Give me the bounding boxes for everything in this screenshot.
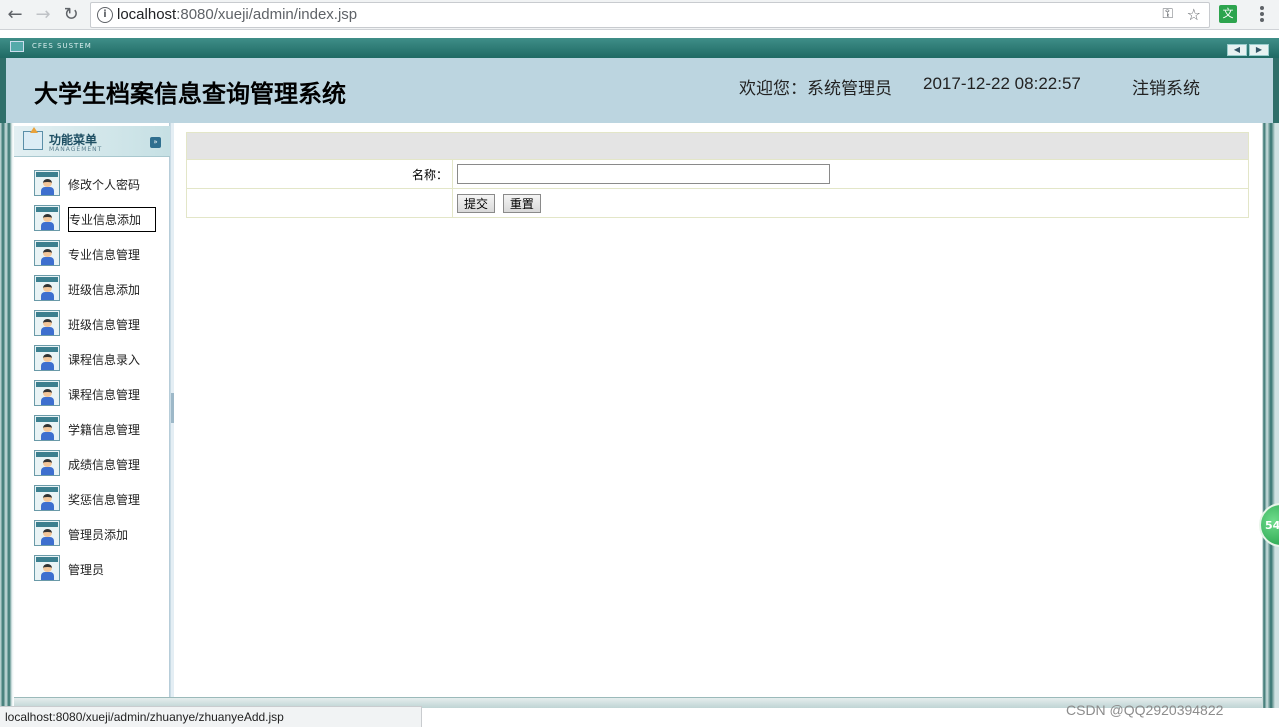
name-input-cell: [452, 159, 1249, 189]
user-card-icon: [34, 380, 60, 406]
reset-button[interactable]: 重置: [502, 193, 541, 213]
sidebar-menu-item[interactable]: 管理员: [14, 553, 170, 588]
sidebar-item-label[interactable]: 修改个人密码: [68, 176, 140, 193]
name-label: 名称：: [186, 159, 453, 189]
forward-arrow-icon[interactable]: →: [32, 4, 54, 26]
url-path: :8080/xueji/admin/index.jsp: [176, 6, 358, 23]
sidebar-menu-item[interactable]: 成绩信息管理: [14, 448, 170, 483]
actions-cell: 提交 重置: [452, 188, 1249, 218]
system-title: 大学生档案信息查询管理系统: [34, 80, 346, 108]
address-bar[interactable]: i localhost:8080/xueji/admin/index.jsp ⚿…: [90, 2, 1210, 28]
sidebar-menu-item[interactable]: 管理员添加: [14, 518, 170, 553]
reload-icon[interactable]: ↻: [60, 4, 82, 26]
name-input[interactable]: [457, 164, 830, 184]
sidebar-item-label[interactable]: 学籍信息管理: [68, 421, 140, 438]
sidebar-header: 功能菜单 MANAGEMENT »: [14, 126, 170, 157]
sidebar-item-label[interactable]: 班级信息添加: [68, 281, 140, 298]
sidebar-menu-item[interactable]: 课程信息管理: [14, 378, 170, 413]
actions-empty-cell: [186, 188, 453, 218]
form-row-name: 名称：: [186, 159, 1249, 189]
browser-menu-icon[interactable]: [1252, 4, 1272, 26]
url-text[interactable]: localhost:8080/xueji/admin/index.jsp: [117, 6, 357, 23]
menu-home-icon: [23, 127, 43, 150]
sidebar-subtitle: MANAGEMENT: [49, 146, 103, 153]
sidebar-item-label[interactable]: 专业信息添加: [68, 207, 157, 232]
sidebar-item-label[interactable]: 课程信息管理: [68, 386, 140, 403]
sidebar-menu-item[interactable]: 班级信息管理: [14, 308, 170, 343]
url-host: localhost: [117, 6, 177, 23]
user-card-icon: [34, 450, 60, 476]
translate-extension-icon[interactable]: 文: [1219, 5, 1237, 23]
sidebar-menu-item[interactable]: 专业信息添加: [14, 203, 170, 238]
sidebar-item-label[interactable]: 成绩信息管理: [68, 456, 140, 473]
watermark: CSDN @QQ2920394822: [1066, 702, 1224, 718]
current-datetime: 2017-12-22 08:22:57: [923, 74, 1081, 93]
user-card-icon: [34, 485, 60, 511]
add-form: 名称： 提交 重置: [186, 132, 1249, 218]
user-card-icon: [34, 275, 60, 301]
main-content: 名称： 提交 重置: [186, 132, 1249, 218]
sidebar-item-label[interactable]: 管理员添加: [68, 526, 128, 543]
sidebar-item-label[interactable]: 奖惩信息管理: [68, 491, 140, 508]
user-card-icon: [34, 240, 60, 266]
form-header-cell: [186, 132, 1249, 160]
user-card-icon: [34, 345, 60, 371]
splitter-grip[interactable]: [171, 393, 174, 423]
user-card-icon: [34, 415, 60, 441]
sidebar-menu-item[interactable]: 学籍信息管理: [14, 413, 170, 448]
topbar-caption: CFES SUSTEM: [32, 42, 92, 50]
sidebar-menu-item[interactable]: 课程信息录入: [14, 343, 170, 378]
user-card-icon: [34, 310, 60, 336]
sidebar-item-label[interactable]: 管理员: [68, 561, 104, 578]
browser-toolbar: ← → ↻ i localhost:8080/xueji/admin/index…: [0, 0, 1279, 30]
sidebar-menu-item[interactable]: 班级信息添加: [14, 273, 170, 308]
back-arrow-icon[interactable]: ←: [4, 4, 26, 26]
user-card-icon: [34, 170, 60, 196]
sidebar-item-label[interactable]: 专业信息管理: [68, 246, 140, 263]
scroll-left-icon[interactable]: ◀: [1227, 44, 1247, 56]
sidebar-menu-item[interactable]: 修改个人密码: [14, 168, 170, 203]
submit-button[interactable]: 提交: [457, 193, 496, 213]
sidebar-item-label[interactable]: 课程信息录入: [68, 351, 140, 368]
sidebar-menu: 修改个人密码专业信息添加专业信息管理 班级信息添加 班级信息管理 课程信息录入 课程信息…: [14, 168, 170, 588]
user-card-icon: [34, 520, 60, 546]
sidebar-menu-item[interactable]: 专业信息管理: [14, 238, 170, 273]
app-header: 大学生档案信息查询管理系统 欢迎您：系统管理员 2017-12-22 08:22…: [0, 58, 1279, 123]
frame-left-border: [0, 123, 14, 708]
collapse-chevron-icon[interactable]: »: [150, 137, 161, 148]
welcome-text: 欢迎您：系统管理员: [739, 79, 892, 99]
frame-right-border: [1262, 123, 1279, 708]
info-icon[interactable]: i: [97, 7, 113, 23]
key-icon[interactable]: ⚿: [1162, 6, 1173, 22]
form-row-actions: 提交 重置: [186, 188, 1249, 218]
sidebar: 功能菜单 MANAGEMENT » 修改个人密码专业信息添加专业信息管理 班级信息…: [14, 123, 170, 697]
sidebar-menu-item[interactable]: 奖惩信息管理: [14, 483, 170, 518]
panel-splitter[interactable]: [170, 123, 174, 697]
monitor-icon: [10, 41, 24, 52]
status-bar-url: localhost:8080/xueji/admin/zhuanye/zhuan…: [0, 706, 422, 727]
form-header-row: [186, 132, 1249, 160]
user-card-icon: [34, 205, 60, 231]
app-topbar: CFES SUSTEM ◀ ▶: [0, 38, 1279, 58]
topbar-arrows: ◀ ▶: [1225, 41, 1269, 56]
bookmark-star-icon[interactable]: ☆: [1187, 5, 1201, 24]
logout-link[interactable]: 注销系统: [1132, 74, 1200, 99]
scroll-right-icon[interactable]: ▶: [1249, 44, 1269, 56]
user-card-icon: [34, 555, 60, 581]
sidebar-item-label[interactable]: 班级信息管理: [68, 316, 140, 333]
